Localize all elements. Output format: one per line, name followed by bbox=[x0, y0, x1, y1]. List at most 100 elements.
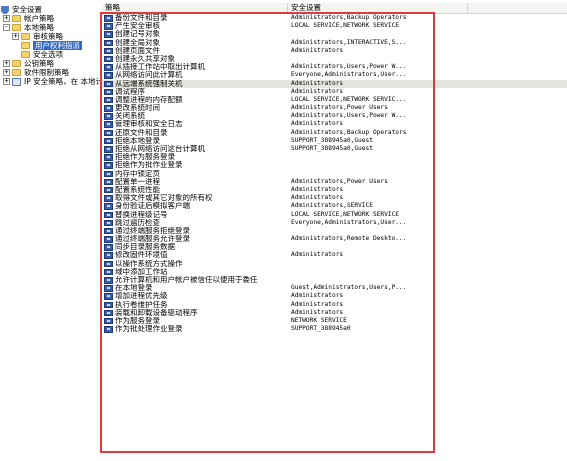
policy-row[interactable]: 取得文件或其它对象的所有权 Administrators bbox=[102, 194, 567, 202]
policy-row[interactable]: 通过终端服务拒绝登录 bbox=[102, 227, 567, 235]
policy-name: 以操作系统方式操作 bbox=[115, 259, 183, 268]
policy-rows: 备份文件和目录 Administrators,Backup Operators 产… bbox=[102, 14, 567, 333]
expand-icon[interactable]: + bbox=[3, 60, 10, 67]
policy-setting: Administrators bbox=[291, 251, 344, 259]
policy-row[interactable]: 关闭系统 Administrators,Users,Power W... bbox=[102, 112, 567, 120]
policy-name: 更改系统时间 bbox=[115, 104, 160, 113]
policy-row[interactable]: 调整进程的内存配额 LOCAL SERVICE,NETWORK SERVIC... bbox=[102, 96, 567, 104]
tree-node-audit-policy[interactable]: + 审核策略 bbox=[12, 32, 63, 41]
policy-icon bbox=[104, 121, 113, 128]
policy-icon bbox=[104, 236, 113, 243]
expand-icon[interactable]: + bbox=[3, 69, 10, 76]
expand-icon[interactable]: + bbox=[3, 15, 10, 22]
policy-name: 从网络访问此计算机 bbox=[115, 71, 183, 80]
folder-open-icon bbox=[21, 42, 30, 49]
policy-setting: Everyone,Administrators,User... bbox=[291, 218, 407, 226]
policy-icon bbox=[104, 39, 113, 47]
policy-row[interactable]: 备份文件和目录 Administrators,Backup Operators bbox=[102, 14, 567, 22]
policy-row[interactable]: 从插接工作站中取出计算机 Administrators,Users,Power W… bbox=[102, 63, 567, 71]
policy-row[interactable]: 配置系统性能 Administrators bbox=[102, 186, 567, 194]
policy-icon bbox=[104, 129, 113, 137]
policy-row[interactable]: 更改系统时间 Administrators,Power Users bbox=[102, 104, 567, 112]
tree-node-local-policies[interactable]: - 本地策略 bbox=[3, 23, 54, 32]
policy-icon bbox=[104, 55, 113, 63]
security-settings-icon bbox=[1, 5, 9, 14]
policy-icon bbox=[104, 23, 113, 30]
policy-icon bbox=[104, 219, 113, 227]
policy-icon bbox=[104, 47, 113, 55]
policy-icon bbox=[104, 326, 113, 333]
expand-icon[interactable]: + bbox=[3, 78, 10, 85]
tree-node-label: 安全设置 bbox=[12, 5, 42, 14]
policy-row[interactable]: 创建全局对象 Administrators,INTERACTIVE,S... bbox=[102, 39, 567, 47]
policy-row-selected[interactable]: 从远端系统强制关机 Administrators bbox=[102, 79, 567, 88]
policy-row[interactable]: 内存中锁定页 bbox=[102, 170, 567, 178]
policy-setting: LOCAL SERVICE,NETWORK SERVICE bbox=[291, 210, 400, 218]
policy-row[interactable]: 调试程序 Administrators bbox=[102, 88, 567, 96]
policy-row[interactable]: 域中添加工作站 bbox=[102, 268, 567, 276]
list-header: 策略 安全设置 bbox=[102, 3, 567, 14]
policy-icon bbox=[104, 285, 113, 292]
column-header-security-setting[interactable]: 安全设置 bbox=[288, 3, 468, 13]
tree-node-public-key-policies[interactable]: + 公钥策略 bbox=[3, 59, 54, 68]
policy-row[interactable]: 拒绝从网络访问这台计算机 SUPPORT_388945a0,Guest bbox=[102, 145, 567, 153]
policy-row[interactable]: 配置单一进程 Administrators,Power Users bbox=[102, 178, 567, 186]
policy-setting: Administrators,SERVICE bbox=[291, 202, 373, 210]
policy-setting: Administrators bbox=[291, 292, 344, 300]
tree-node-label: IP 安全策略，在 本地计算机 bbox=[24, 77, 102, 86]
policy-row[interactable]: 通过终端服务允许登录 Administrators,Remote Deskto..… bbox=[102, 235, 567, 243]
expand-icon[interactable]: + bbox=[12, 33, 19, 40]
policy-name: 从远端系统强制关机 bbox=[115, 79, 183, 88]
policy-name: 从插接工作站中取出计算机 bbox=[115, 63, 205, 72]
policy-row[interactable]: 创建永久共享对象 bbox=[102, 55, 567, 63]
policy-row[interactable]: 管理审核和安全日志 Administrators bbox=[102, 120, 567, 128]
tree-node-ip-security[interactable]: + IP 安全策略，在 本地计算机 bbox=[3, 77, 102, 86]
policy-setting: Administrators bbox=[291, 185, 344, 193]
policy-name: 替换进程级记号 bbox=[115, 210, 168, 219]
policy-row[interactable]: 同步目录服务数据 bbox=[102, 243, 567, 251]
policy-row[interactable]: 跳过遍历检查 Everyone,Administrators,User... bbox=[102, 219, 567, 227]
policy-row[interactable]: 拒绝本地登录 SUPPORT_388945a0,Guest bbox=[102, 137, 567, 145]
policy-row[interactable]: 拒绝作为服务登录 bbox=[102, 153, 567, 161]
policy-name: 执行卷维护任务 bbox=[115, 300, 168, 309]
policy-row[interactable]: 执行卷维护任务 Administrators bbox=[102, 301, 567, 309]
policy-row[interactable]: 装载和卸载设备驱动程序 Administrators bbox=[102, 309, 567, 317]
policy-setting: Administrators,Backup Operators bbox=[291, 14, 407, 21]
policy-icon bbox=[104, 227, 113, 235]
policy-row[interactable]: 以操作系统方式操作 bbox=[102, 260, 567, 268]
policy-row[interactable]: 创建页面文件 Administrators bbox=[102, 47, 567, 55]
column-header-policy[interactable]: 策略 bbox=[102, 3, 288, 13]
policy-setting: Administrators bbox=[291, 87, 344, 95]
policy-row[interactable]: 从网络访问此计算机 Everyone,Administrators,User... bbox=[102, 71, 567, 79]
policy-name: 备份文件和目录 bbox=[115, 14, 168, 22]
policy-icon bbox=[104, 195, 113, 202]
policy-row[interactable]: 在本地登录 Guest,Administrators,Users,P... bbox=[102, 284, 567, 292]
policy-row[interactable]: 产生安全审核 LOCAL SERVICE,NETWORK SERVICE bbox=[102, 22, 567, 30]
policy-row[interactable]: 允许计算机和用户帐户被信任以便用于委任 bbox=[102, 276, 567, 284]
tree-node-user-rights-assignment[interactable]: 用户权利指派 bbox=[21, 41, 82, 50]
policy-row[interactable]: 增加进程优先级 Administrators bbox=[102, 292, 567, 300]
policy-row[interactable]: 还原文件和目录 Administrators,Backup Operators bbox=[102, 129, 567, 137]
policy-name: 内存中锁定页 bbox=[115, 169, 160, 178]
collapse-icon[interactable]: - bbox=[3, 24, 10, 31]
tree-node-security-options[interactable]: 安全选项 bbox=[21, 50, 63, 59]
tree-node-label: 帐户策略 bbox=[24, 14, 54, 23]
policy-row[interactable]: 拒绝作为批作业登录 bbox=[102, 161, 567, 169]
tree-node-security-settings[interactable]: 安全设置 bbox=[1, 5, 42, 14]
policy-name: 调整进程的内存配额 bbox=[115, 95, 183, 104]
policy-row[interactable]: 修改固件环境值 Administrators bbox=[102, 251, 567, 259]
policy-row[interactable]: 替换进程级记号 LOCAL SERVICE,NETWORK SERVICE bbox=[102, 211, 567, 219]
tree-node-account-policies[interactable]: + 帐户策略 bbox=[3, 14, 54, 23]
policy-row[interactable]: 作为服务登录 NETWORK SERVICE bbox=[102, 317, 567, 325]
policy-row[interactable]: 身份验证后模拟客户端 Administrators,SERVICE bbox=[102, 202, 567, 210]
policy-row[interactable]: 作为批处理作业登录 SUPPORT_388945a0 bbox=[102, 325, 567, 333]
policy-name: 通过终端服务允许登录 bbox=[115, 235, 190, 244]
console-tree: 安全设置 + 帐户策略 - 本地策略 + 审核策略 用户权利指派 安全选项 + … bbox=[0, 0, 102, 461]
policy-name: 跳过遍历检查 bbox=[115, 218, 160, 227]
policy-name: 在本地登录 bbox=[115, 284, 153, 293]
folder-icon bbox=[21, 51, 30, 58]
policy-row[interactable]: 创建记号对象 bbox=[102, 30, 567, 38]
policy-name: 取得文件或其它对象的所有权 bbox=[115, 194, 213, 203]
policy-setting: Administrators,Remote Deskto... bbox=[291, 235, 407, 243]
tree-node-software-restriction[interactable]: + 软件限制策略 bbox=[3, 68, 69, 77]
